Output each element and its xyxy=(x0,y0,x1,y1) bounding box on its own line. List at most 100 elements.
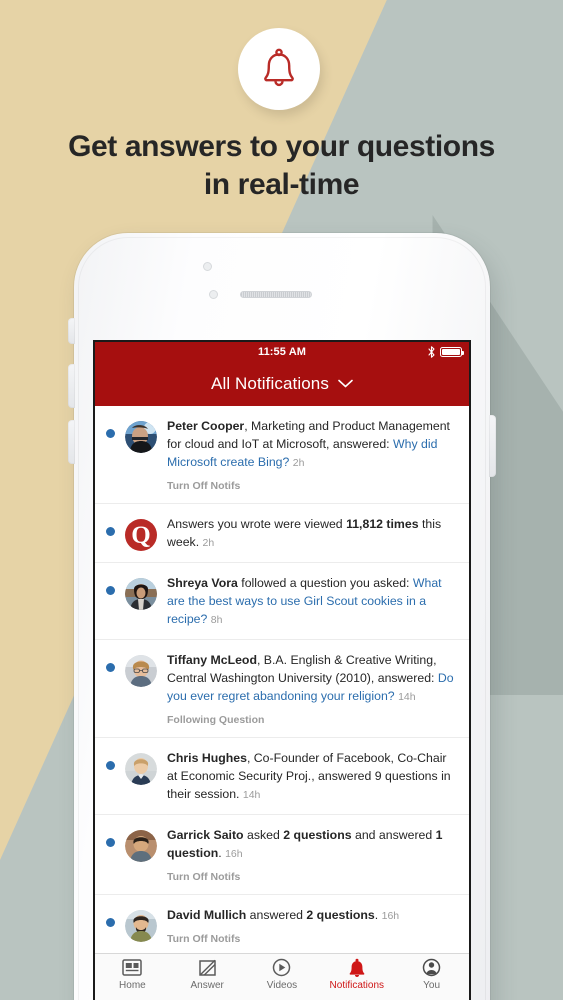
asked-prefix: asked xyxy=(243,828,284,842)
notification-text: David Mullich answered 2 questions. 16h xyxy=(167,908,399,922)
earpiece-speaker xyxy=(240,291,312,298)
answered-suffix: . xyxy=(374,908,379,922)
tab-videos[interactable]: Videos xyxy=(246,958,318,991)
turn-off-notifs-button[interactable]: Turn Off Notifs xyxy=(167,480,457,492)
notification-body: Garrick Saito asked 2 questions and answ… xyxy=(167,826,457,894)
headline-line-1: Get answers to your questions xyxy=(68,130,495,163)
status-bar: 11:55 AM xyxy=(95,342,469,362)
notification-body: Answers you wrote were viewed 11,812 tim… xyxy=(167,515,457,562)
bottom-tab-bar: Home Answer Videos Notifications You xyxy=(95,953,469,1000)
quora-logo-icon: Q xyxy=(125,519,157,551)
list-item[interactable]: Peter Cooper, Marketing and Product Mana… xyxy=(95,406,469,504)
mute-switch[interactable] xyxy=(68,318,75,344)
volume-down-button[interactable] xyxy=(68,420,75,464)
unread-dot xyxy=(106,838,115,847)
navbar-all-notifications[interactable]: All Notifications xyxy=(95,362,469,406)
notification-body: David Mullich answered 2 questions. 16h … xyxy=(167,906,457,953)
tab-label: Home xyxy=(119,980,146,991)
list-item[interactable]: Q Answers you wrote were viewed 11,812 t… xyxy=(95,504,469,563)
phone-screen: 11:55 AM All Notifications Peter Cooper,… xyxy=(95,342,469,1000)
unread-dot xyxy=(106,761,115,770)
screenshot-stage: Get answers to your questions in real-ti… xyxy=(0,0,563,1000)
list-item[interactable]: David Mullich answered 2 questions. 16h … xyxy=(95,895,469,953)
avatar[interactable] xyxy=(125,655,157,687)
actor-name[interactable]: Garrick Saito xyxy=(167,828,244,842)
notification-text: Answers you wrote were viewed 11,812 tim… xyxy=(167,517,441,549)
list-item[interactable]: Shreya Vora followed a question you aske… xyxy=(95,563,469,640)
front-camera-icon xyxy=(203,262,212,271)
tab-home[interactable]: Home xyxy=(96,958,168,991)
unread-dot xyxy=(106,663,115,672)
navbar-title: All Notifications xyxy=(211,374,329,393)
hero-bell-badge xyxy=(238,28,320,110)
bell-icon xyxy=(258,47,300,91)
play-circle-icon xyxy=(246,958,318,978)
feed-icon xyxy=(96,958,168,978)
tab-label: You xyxy=(423,980,441,991)
asked-suffix: . xyxy=(218,846,222,860)
battery-full-icon xyxy=(440,347,464,357)
list-item[interactable]: Chris Hughes, Co-Founder of Facebook, Co… xyxy=(95,738,469,815)
notification-body: Tiffany McLeod, B.A. English & Creative … xyxy=(167,651,457,737)
avatar[interactable] xyxy=(125,753,157,785)
tab-notifications[interactable]: Notifications xyxy=(321,958,393,991)
timestamp: 2h xyxy=(202,537,215,549)
timestamp: 14h xyxy=(398,691,416,703)
tab-label: Videos xyxy=(266,980,298,991)
actor-name[interactable]: Peter Cooper xyxy=(167,419,244,433)
view-count: 11,812 times xyxy=(346,517,419,531)
avatar[interactable] xyxy=(125,830,157,862)
following-question-button[interactable]: Following Question xyxy=(167,714,457,726)
asked-count: 2 questions xyxy=(283,828,352,842)
timestamp: 2h xyxy=(292,457,305,469)
notification-body: Chris Hughes, Co-Founder of Facebook, Co… xyxy=(167,749,457,814)
tab-label: Answer xyxy=(190,980,224,991)
actor-name[interactable]: Tiffany McLeod xyxy=(167,653,257,667)
unread-dot xyxy=(106,429,115,438)
turn-off-notifs-button[interactable]: Turn Off Notifs xyxy=(167,871,457,883)
notification-text: Chris Hughes, Co-Founder of Facebook, Co… xyxy=(167,751,451,801)
tab-label: Notifications xyxy=(329,980,385,991)
headline-line-2: in real-time xyxy=(203,168,360,202)
status-indicators xyxy=(428,346,464,358)
unread-dot xyxy=(106,586,115,595)
notification-detail: followed a question you asked: xyxy=(237,576,413,590)
list-item[interactable]: Tiffany McLeod, B.A. English & Creative … xyxy=(95,640,469,738)
tab-you[interactable]: You xyxy=(396,958,468,991)
timestamp: 16h xyxy=(381,910,400,922)
turn-off-notifs-button[interactable]: Turn Off Notifs xyxy=(167,933,457,945)
timestamp: 16h xyxy=(225,848,243,860)
notification-body: Shreya Vora followed a question you aske… xyxy=(167,574,457,639)
pencil-square-icon xyxy=(171,958,243,978)
power-button[interactable] xyxy=(489,415,496,477)
avatar[interactable] xyxy=(125,578,157,610)
person-circle-icon xyxy=(396,958,468,978)
chevron-down-icon[interactable] xyxy=(338,375,353,393)
timestamp: 8h xyxy=(210,614,223,626)
unread-dot xyxy=(106,918,115,927)
volume-up-button[interactable] xyxy=(68,364,75,408)
avatar[interactable] xyxy=(125,421,157,453)
list-item[interactable]: Garrick Saito asked 2 questions and answ… xyxy=(95,815,469,895)
notification-text: Peter Cooper, Marketing and Product Mana… xyxy=(167,419,450,469)
proximity-sensor-icon xyxy=(209,290,218,299)
tab-answer[interactable]: Answer xyxy=(171,958,243,991)
answered-prefix: answered xyxy=(246,908,307,922)
status-time: 11:55 AM xyxy=(257,346,307,358)
answered-count: 2 questions xyxy=(306,908,375,922)
notification-body: Peter Cooper, Marketing and Product Mana… xyxy=(167,417,457,503)
bell-filled-icon xyxy=(321,958,393,978)
avatar[interactable] xyxy=(125,910,157,942)
actor-name[interactable]: Shreya Vora xyxy=(167,576,238,590)
notification-text: Garrick Saito asked 2 questions and answ… xyxy=(167,828,443,860)
timestamp: 14h xyxy=(242,789,261,801)
bluetooth-icon xyxy=(428,346,435,358)
notification-text: Tiffany McLeod, B.A. English & Creative … xyxy=(167,653,454,703)
asked-middle: and answered xyxy=(351,828,436,842)
notifications-feed[interactable]: Peter Cooper, Marketing and Product Mana… xyxy=(95,406,469,953)
actor-name[interactable]: Chris Hughes xyxy=(167,751,247,765)
actor-name[interactable]: David Mullich xyxy=(167,908,246,922)
unread-dot xyxy=(106,527,115,536)
notification-text: Shreya Vora followed a question you aske… xyxy=(167,576,442,626)
page-title: Get answers to your questions in real-ti… xyxy=(0,128,563,205)
